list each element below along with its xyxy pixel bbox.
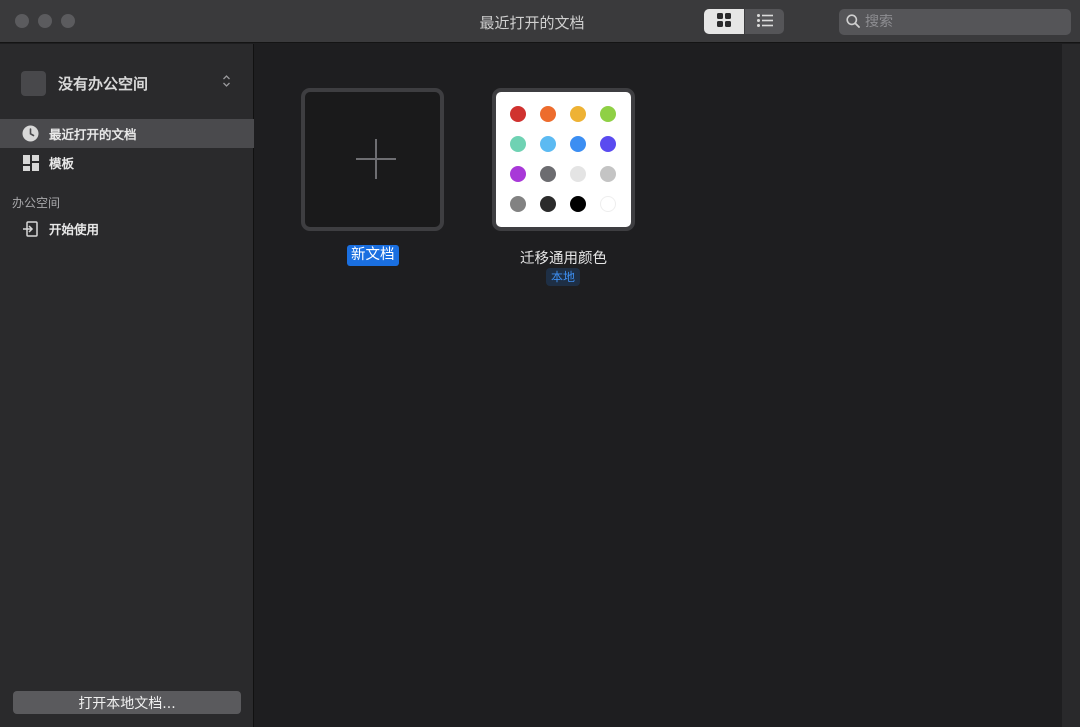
sidebar-item-recent[interactable]: 最近打开的文档 [0, 119, 254, 148]
color-swatch [570, 136, 586, 152]
color-swatch [570, 166, 586, 182]
color-swatch [540, 196, 556, 212]
scrollbar-track[interactable] [1062, 44, 1080, 727]
color-swatch [540, 106, 556, 122]
chevron-up-down-icon [222, 74, 231, 89]
search-box[interactable] [839, 9, 1071, 35]
view-mode-toggle [704, 9, 784, 34]
new-document-card[interactable] [301, 88, 444, 231]
documents-grid: 新文档 迁移通用颜色 本地 [255, 44, 1061, 727]
sidebar: 没有办公空间 最近打开的文档 模板 办公空间 开始使用 打开本地文档... [0, 44, 254, 727]
list-view-button[interactable] [744, 9, 784, 34]
template-icon [22, 154, 39, 171]
list-icon [756, 12, 773, 31]
section-heading-workspace: 办公空间 [12, 196, 61, 210]
color-swatch [510, 166, 526, 182]
color-swatch [510, 136, 526, 152]
new-document-title[interactable]: 新文档 [347, 245, 399, 266]
grid-view-button[interactable] [704, 9, 744, 34]
workspace-name: 没有办公空间 [58, 74, 149, 93]
color-swatch [600, 106, 616, 122]
sidebar-item-label: 模板 [49, 156, 75, 171]
open-local-document-button[interactable]: 打开本地文档... [13, 691, 241, 714]
color-swatch [570, 106, 586, 122]
search-icon [846, 13, 860, 32]
color-document-title[interactable]: 迁移通用颜色 [492, 247, 635, 268]
sidebar-item-templates[interactable]: 模板 [0, 148, 254, 177]
color-document-thumbnail[interactable] [492, 88, 635, 231]
sidebar-item-label: 开始使用 [49, 222, 100, 237]
search-input[interactable] [865, 14, 1055, 30]
sidebar-item-label: 最近打开的文档 [49, 127, 137, 142]
color-swatch [540, 136, 556, 152]
sign-in-icon [22, 220, 39, 237]
app-window: 最近打开的文档 搜索 没有办公空间 最近打开的文档 模板 办公空间 开始使用 打… [0, 0, 1080, 727]
local-badge: 本地 [546, 268, 581, 286]
color-swatch [540, 166, 556, 182]
title-bar: 最近打开的文档 [0, 0, 1080, 43]
grid-icon [717, 12, 731, 31]
color-swatch [510, 196, 526, 212]
workspace-avatar [21, 70, 46, 96]
clock-icon [22, 125, 39, 142]
color-swatch [570, 196, 586, 212]
workspace-selector[interactable]: 没有办公空间 [21, 70, 241, 96]
color-swatch [510, 106, 526, 122]
color-swatch [600, 196, 616, 212]
color-swatch [600, 136, 616, 152]
sidebar-item-get-started[interactable]: 开始使用 [0, 214, 254, 243]
color-swatch [600, 166, 616, 182]
